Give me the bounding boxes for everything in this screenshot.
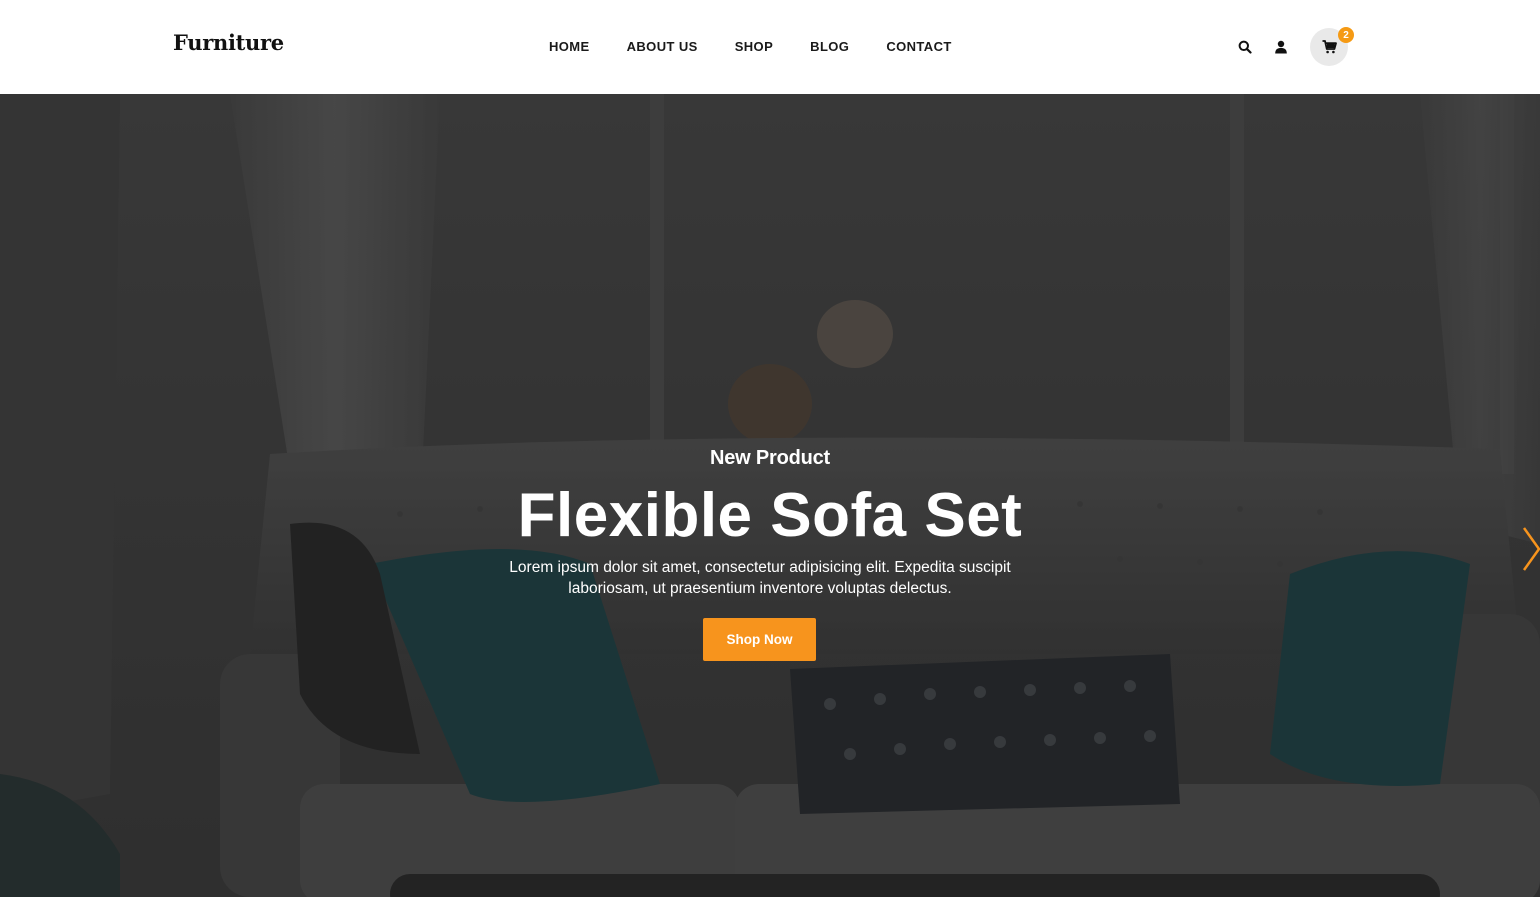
- user-icon[interactable]: [1272, 38, 1290, 56]
- site-logo[interactable]: Furniture: [173, 30, 284, 55]
- nav-shop[interactable]: SHOP: [735, 39, 773, 54]
- search-icon[interactable]: [1236, 38, 1254, 56]
- nav-about-us[interactable]: ABOUT US: [627, 39, 698, 54]
- site-header: Furniture HOME ABOUT US SHOP BLOG CONTAC…: [0, 0, 1540, 94]
- shop-now-button[interactable]: Shop Now: [703, 618, 816, 661]
- main-nav: HOME ABOUT US SHOP BLOG CONTACT: [549, 39, 952, 54]
- hero-description: Lorem ipsum dolor sit amet, consectetur …: [509, 559, 1011, 597]
- cart-count-badge: 2: [1338, 27, 1354, 43]
- nav-home[interactable]: HOME: [549, 39, 590, 54]
- nav-contact[interactable]: CONTACT: [886, 39, 951, 54]
- hero-title: Flexible Sofa Set: [517, 481, 1023, 550]
- cart-icon: [1322, 40, 1337, 54]
- hero-subtitle: New Product: [709, 447, 831, 469]
- hero-slider: New Product Flexible Sofa Set Lorem ipsu…: [0, 94, 1540, 897]
- chevron-right-icon[interactable]: [1521, 526, 1540, 572]
- nav-blog[interactable]: BLOG: [810, 39, 849, 54]
